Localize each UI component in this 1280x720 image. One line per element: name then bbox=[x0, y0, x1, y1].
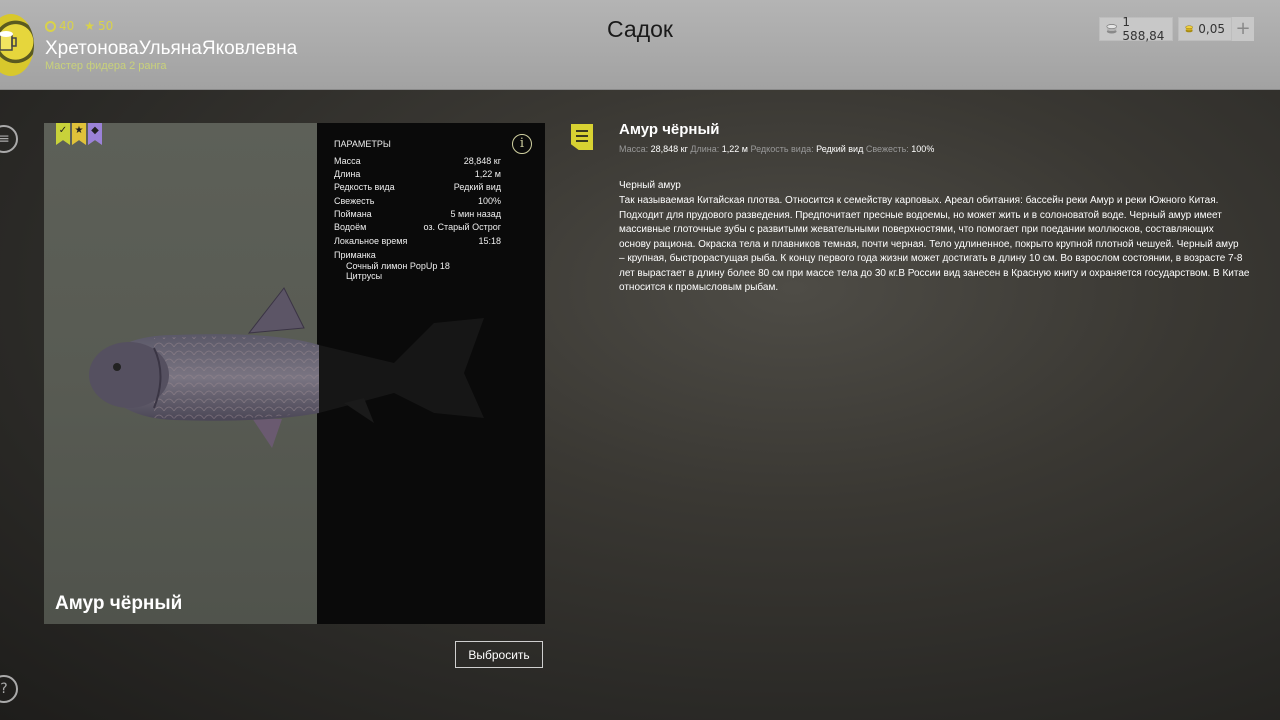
param-row-freshness: Свежесть 100% bbox=[334, 196, 501, 206]
param-row-bait: Приманка bbox=[334, 250, 376, 260]
discard-button[interactable]: Выбросить bbox=[455, 641, 543, 668]
star-ribbon-icon: ★ bbox=[72, 123, 86, 145]
add-currency-button[interactable]: + bbox=[1232, 17, 1254, 41]
description-subtitle: Черный амур bbox=[619, 180, 681, 191]
param-row-water: Водоём оз. Старый Острог bbox=[334, 222, 501, 232]
help-icon[interactable]: ? bbox=[0, 675, 18, 703]
description-stats: Масса: 28,848 кг Длина: 1,22 м Редкость … bbox=[619, 144, 935, 154]
silver-coins-icon bbox=[1106, 24, 1117, 34]
page-title: Садок bbox=[607, 16, 673, 42]
fish-name: Амур чёрный bbox=[55, 593, 183, 614]
param-row-caught: Поймана 5 мин назад bbox=[334, 209, 501, 219]
top-bar: 40 ★ 50 ХретоноваУльянаЯковлевна Мастер … bbox=[0, 0, 1280, 90]
fish-ribbons: ✓ ★ ◆ bbox=[56, 123, 102, 145]
player-rank: Мастер фидера 2 ранга bbox=[45, 60, 167, 72]
fish-card: ✓ ★ ◆ i ПАРАМЕТРЫ Масса 28,848 кг Длина … bbox=[44, 123, 545, 624]
param-row-rarity: Редкость вида Редкий вид bbox=[334, 182, 501, 192]
gold-balance[interactable]: 0,05 bbox=[1178, 17, 1232, 41]
menu-icon[interactable]: ≡ bbox=[0, 125, 18, 153]
param-row-local-time: Локальное время 15:18 bbox=[334, 236, 501, 246]
bait-type: Цитрусы bbox=[346, 271, 383, 281]
document-icon bbox=[571, 124, 593, 150]
silver-balance[interactable]: 1 588,84 bbox=[1099, 15, 1173, 43]
param-row-length: Длина 1,22 м bbox=[334, 169, 501, 179]
description-text: Так называемая Китайская плотва. Относит… bbox=[619, 195, 1250, 293]
param-row-mass: Масса 28,848 кг bbox=[334, 156, 501, 166]
info-icon[interactable]: i bbox=[512, 134, 532, 154]
gold-coins-icon bbox=[1185, 25, 1193, 33]
bait-name: Сочный лимон PopUp 18 bbox=[346, 261, 450, 271]
diamond-ribbon-icon: ◆ bbox=[88, 123, 102, 145]
check-ribbon-icon: ✓ bbox=[56, 123, 70, 145]
description-title: Амур чёрный bbox=[619, 121, 720, 138]
params-title: ПАРАМЕТРЫ bbox=[334, 139, 391, 149]
